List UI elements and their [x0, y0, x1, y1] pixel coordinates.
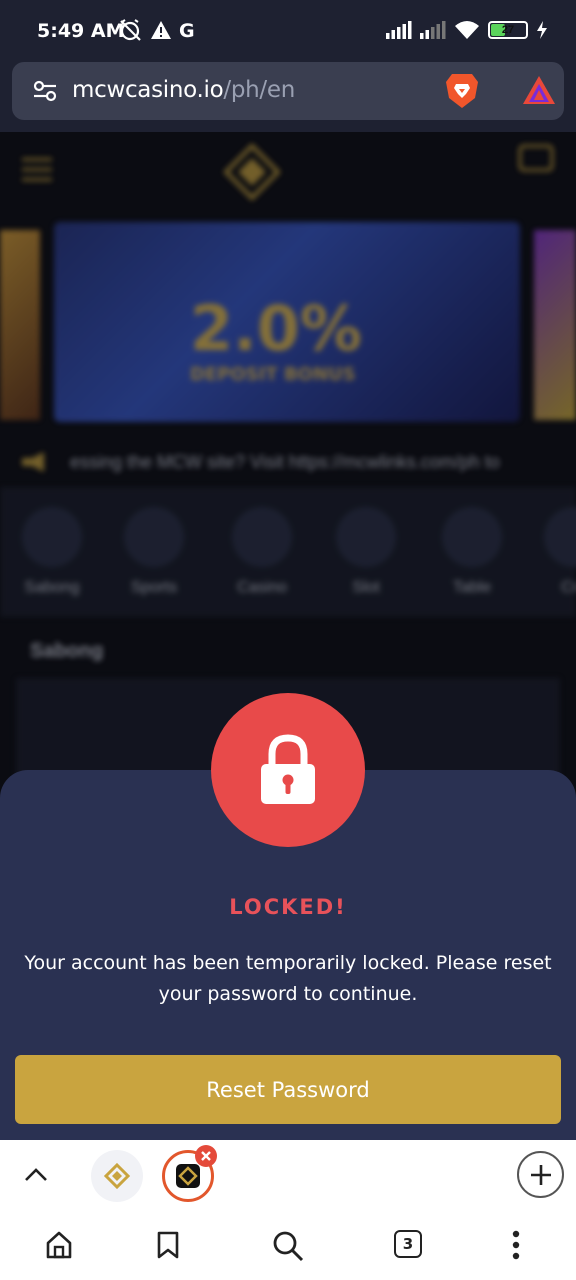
bookmarks-button[interactable]: [155, 1230, 181, 1260]
brave-rewards-icon[interactable]: [522, 74, 556, 106]
category-item: Sports: [114, 507, 194, 597]
site-settings-icon[interactable]: [32, 78, 58, 104]
url-domain: mcwcasino.io: [72, 77, 224, 103]
category-item: Slot: [326, 507, 406, 597]
banner-headline: 2.0%: [190, 292, 362, 365]
search-icon: [273, 1231, 304, 1262]
reset-password-button[interactable]: Reset Password: [15, 1055, 561, 1124]
bookmark-icon: [157, 1231, 179, 1259]
google-icon: G: [179, 20, 195, 41]
tabs-count: 3: [394, 1230, 422, 1258]
category-bar: Sabong Sports Casino Slot Table Cra: [0, 487, 576, 617]
live-chat-icon: [518, 144, 554, 172]
brave-shields-icon[interactable]: [444, 72, 480, 110]
svg-text:G: G: [179, 20, 195, 41]
site-header: [0, 132, 576, 212]
modal-message: Your account has been temporarily locked…: [24, 952, 552, 1005]
close-icon: [201, 1151, 211, 1161]
lock-icon: [261, 734, 315, 804]
lock-badge: [211, 693, 365, 847]
signal-icon: [420, 21, 446, 39]
tab-strip: [0, 1140, 576, 1210]
search-button[interactable]: [272, 1230, 304, 1262]
section-title: Sabong: [30, 640, 104, 662]
new-tab-button[interactable]: [517, 1151, 564, 1198]
home-icon: [46, 1231, 72, 1259]
category-item: Cra: [534, 507, 576, 597]
signal-icon: [386, 21, 412, 39]
status-bar: 5:49 AM G 27: [0, 0, 576, 62]
warning-icon: [151, 21, 171, 39]
url-path: /ph/en: [223, 77, 296, 103]
site-logo-icon: [223, 143, 281, 201]
category-item: Sabong: [12, 507, 92, 597]
site-favicon-icon: [104, 1163, 130, 1189]
category-item: Casino: [222, 507, 302, 597]
announcement-icon: [22, 452, 44, 472]
chevron-up-icon[interactable]: [22, 1162, 50, 1186]
url-text[interactable]: mcwcasino.io/ph/en: [72, 77, 295, 103]
wifi-icon: [455, 21, 479, 39]
tabs-button[interactable]: 3: [394, 1230, 422, 1258]
banner-subheadline: DEPOSIT BONUS: [190, 364, 356, 385]
home-button[interactable]: [44, 1230, 74, 1260]
plus-icon: [530, 1164, 551, 1185]
site-favicon-icon: [176, 1164, 200, 1188]
battery-level: 27: [501, 24, 515, 36]
more-menu-button[interactable]: [510, 1230, 522, 1260]
battery-icon: 27: [488, 21, 528, 39]
menu-icon: [22, 158, 52, 181]
close-tab-button[interactable]: [195, 1145, 217, 1167]
modal-title: LOCKED!: [229, 895, 347, 919]
charging-icon: [537, 21, 547, 39]
more-vertical-icon: [512, 1230, 520, 1260]
announcement-marquee: essing the MCW site? Visit https://mcwli…: [70, 452, 500, 472]
status-time: 5:49 AM: [37, 20, 125, 42]
address-bar[interactable]: mcwcasino.io/ph/en: [12, 62, 564, 120]
bottom-navigation: 3: [0, 1210, 576, 1280]
muted-alarm-icon: [120, 19, 141, 41]
browser-toolbar: mcwcasino.io/ph/en: [0, 62, 576, 132]
category-item: Table: [432, 507, 512, 597]
tab-thumbnail[interactable]: [91, 1150, 143, 1202]
